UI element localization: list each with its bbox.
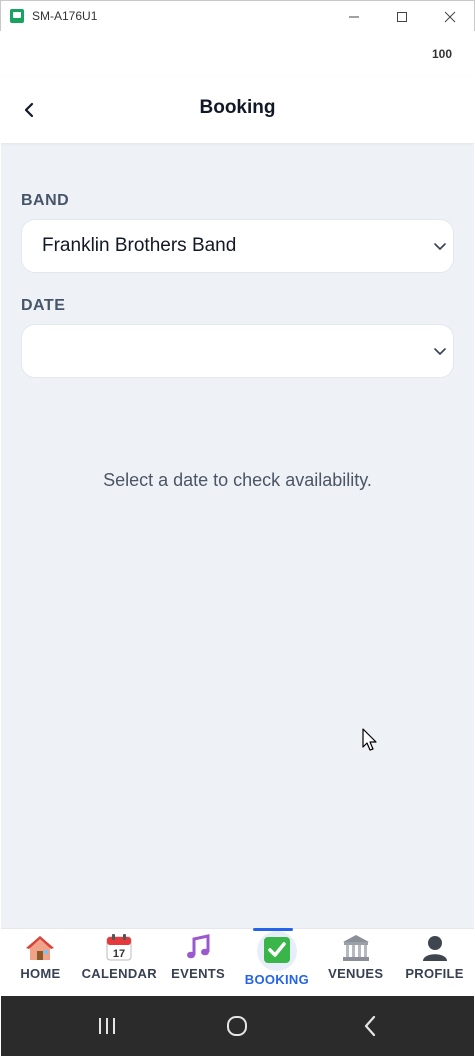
tab-home[interactable]: HOME [1,929,80,996]
app-header: Booking [1,77,474,143]
status-bar: 100 [1,31,474,77]
tab-home-label: HOME [20,966,61,981]
minimize-icon [349,16,359,17]
phone-screen: 100 Booking BAND Franklin Brothers Band … [1,31,474,1056]
close-icon [444,11,456,22]
person-icon [422,936,447,961]
tab-calendar[interactable]: 17 CALENDAR [80,929,159,996]
battery-level: 100 [431,47,452,61]
tab-profile[interactable]: PROFILE [395,929,474,996]
mouse-cursor-icon [362,728,377,751]
tab-profile-label: PROFILE [405,966,464,981]
date-select[interactable] [21,324,454,378]
tab-venues[interactable]: VENUES [316,929,395,996]
building-icon [342,935,369,961]
availability-hint: Select a date to check availability. [103,470,372,490]
close-button[interactable] [426,1,474,32]
tab-booking-label: BOOKING [244,972,309,987]
tab-venues-label: VENUES [328,966,384,981]
tab-calendar-label: CALENDAR [81,966,157,981]
bottom-tab-bar: HOME 17 CALENDAR EVENTS BOOKING VENUES P… [1,928,474,996]
date-label: DATE [21,297,66,314]
window-title: SM-A176U1 [32,9,98,23]
chevron-down-icon [434,348,446,355]
tab-booking[interactable]: BOOKING [237,928,316,996]
recent-apps-button[interactable] [93,1012,121,1040]
back-nav-button[interactable] [357,1012,385,1040]
house-icon [26,936,55,960]
minimize-button[interactable] [330,1,378,32]
window-titlebar: SM-A176U1 [0,0,475,31]
band-label: BAND [21,192,70,209]
chevron-down-icon [434,243,446,250]
calendar-icon: 17 [106,934,132,961]
tab-events[interactable]: EVENTS [159,929,238,996]
window-controls [330,1,474,32]
check-box-icon [263,937,290,963]
android-nav-bar [1,996,474,1056]
page-title: Booking [199,97,276,118]
home-button[interactable] [223,1012,251,1040]
app-icon [10,9,24,23]
maximize-button[interactable] [378,1,426,32]
maximize-icon [397,11,407,22]
band-select-value: Franklin Brothers Band [42,235,237,256]
tab-events-label: EVENTS [171,966,225,981]
band-select[interactable]: Franklin Brothers Band [21,219,454,273]
svg-text:17: 17 [113,948,125,960]
music-note-icon [187,934,210,959]
